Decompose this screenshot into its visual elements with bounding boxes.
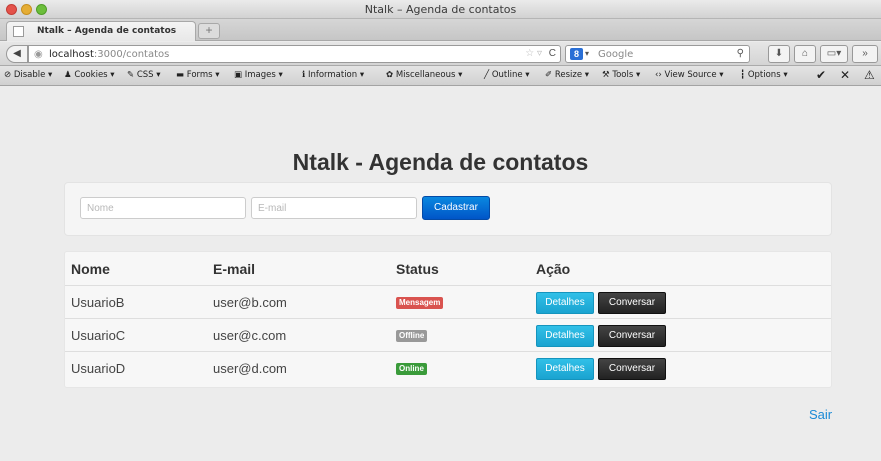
- details-button[interactable]: Detalhes: [536, 325, 594, 347]
- navigation-bar: ◀ ◉ localhost:3000/contatos ☆ ▿ C 8 ▾ Go…: [0, 42, 881, 66]
- developer-toolbar: ⊘ Disable ▾ ♟ Cookies ▾ ✎ CSS ▾ ▬ Forms …: [0, 66, 881, 86]
- tab-strip: Ntalk – Agenda de contatos +: [0, 19, 881, 41]
- search-icon[interactable]: ⚲: [737, 48, 744, 59]
- devbar-images[interactable]: ▣ Images ▾: [234, 70, 283, 80]
- devbar-disable[interactable]: ⊘ Disable ▾: [4, 70, 52, 80]
- register-button[interactable]: Cadastrar: [422, 196, 490, 220]
- contacts-table: Nome E-mail Status Ação UsuarioB user@b.…: [64, 251, 832, 388]
- devbar-css[interactable]: ✎ CSS ▾: [127, 70, 161, 80]
- menu-icon: »: [862, 48, 868, 59]
- back-button[interactable]: ◀: [6, 45, 28, 63]
- devbar-view-source[interactable]: ‹› View Source ▾: [655, 70, 724, 80]
- chat-button[interactable]: Conversar: [598, 292, 666, 314]
- contact-name: UsuarioD: [71, 361, 126, 376]
- devbar-tools[interactable]: ⚒ Tools ▾: [602, 70, 640, 80]
- window-title: Ntalk – Agenda de contatos: [364, 3, 517, 16]
- contact-form: Cadastrar: [64, 182, 832, 236]
- page-icon: [13, 26, 24, 37]
- sidebar-icon: ▭▾: [826, 48, 842, 59]
- header-status: Status: [396, 261, 439, 277]
- globe-icon: ◉: [34, 49, 43, 60]
- devbar-information[interactable]: ℹ Information ▾: [302, 70, 364, 80]
- name-input[interactable]: [80, 197, 246, 219]
- search-engine-icon[interactable]: 8: [570, 48, 583, 60]
- new-tab-button[interactable]: +: [198, 23, 220, 39]
- checkmark-icon[interactable]: ✔: [816, 68, 826, 82]
- url-path: :3000/contatos: [93, 49, 170, 60]
- status-badge: Online: [396, 363, 427, 375]
- download-icon: ⬇: [774, 48, 784, 59]
- contact-name: UsuarioC: [71, 328, 126, 343]
- contact-email: user@c.com: [213, 328, 287, 343]
- chat-button[interactable]: Conversar: [598, 325, 666, 347]
- header-action: Ação: [536, 261, 571, 277]
- devbar-outline[interactable]: ╱ Outline ▾: [484, 70, 530, 80]
- status-badge: Offline: [396, 330, 428, 342]
- devbar-miscellaneous[interactable]: ✿ Miscellaneous ▾: [386, 70, 462, 80]
- devbar-options[interactable]: ┇ Options ▾: [740, 70, 788, 80]
- menu-button[interactable]: »: [852, 45, 878, 63]
- devbar-cookies[interactable]: ♟ Cookies ▾: [64, 70, 115, 80]
- search-bar[interactable]: 8 ▾ Google ⚲: [565, 45, 750, 63]
- reload-icon[interactable]: C: [549, 48, 556, 59]
- contact-name: UsuarioB: [71, 295, 125, 310]
- table-row: UsuarioB user@b.com Mensagem Detalhes Co…: [65, 285, 831, 317]
- chevron-down-icon: ▾: [585, 49, 590, 58]
- back-arrow-icon: ◀: [13, 48, 21, 59]
- warning-icon[interactable]: ⚠: [864, 68, 875, 82]
- url-bar[interactable]: ◉ localhost:3000/contatos ☆ ▿ C: [28, 45, 561, 63]
- details-button[interactable]: Detalhes: [536, 358, 594, 380]
- table-row: UsuarioC user@c.com Offline Detalhes Con…: [65, 318, 831, 350]
- url-host: localhost: [49, 49, 94, 60]
- sidebar-button[interactable]: ▭▾: [820, 45, 848, 63]
- devbar-forms[interactable]: ▬ Forms ▾: [176, 70, 220, 80]
- page-content: Ntalk - Agenda de contatos Cadastrar Nom…: [0, 87, 881, 461]
- tab-label: Ntalk – Agenda de contatos: [37, 26, 177, 36]
- contact-email: user@b.com: [213, 295, 287, 310]
- email-input[interactable]: [251, 197, 417, 219]
- search-placeholder: Google: [598, 49, 634, 60]
- page-title: Ntalk - Agenda de contatos: [292, 149, 589, 175]
- window-titlebar: Ntalk – Agenda de contatos: [0, 0, 881, 19]
- details-button[interactable]: Detalhes: [536, 292, 594, 314]
- logout-link[interactable]: Sair: [809, 407, 832, 422]
- download-button[interactable]: ⬇: [768, 45, 790, 63]
- header-email: E-mail: [213, 261, 256, 277]
- chat-button[interactable]: Conversar: [598, 358, 666, 380]
- header-name: Nome: [71, 261, 110, 277]
- url-text: localhost:3000/contatos: [49, 49, 169, 60]
- contact-email: user@d.com: [213, 361, 287, 376]
- home-button[interactable]: ⌂: [794, 45, 816, 63]
- tab-active[interactable]: Ntalk – Agenda de contatos: [6, 21, 196, 41]
- home-icon: ⌂: [801, 48, 809, 59]
- devbar-resize[interactable]: ✐ Resize ▾: [545, 70, 589, 80]
- close-icon[interactable]: ✕: [840, 68, 850, 82]
- bookmark-star-icon[interactable]: ☆ ▿: [525, 48, 542, 59]
- status-badge: Mensagem: [396, 297, 444, 309]
- table-row: UsuarioD user@d.com Online Detalhes Conv…: [65, 351, 831, 383]
